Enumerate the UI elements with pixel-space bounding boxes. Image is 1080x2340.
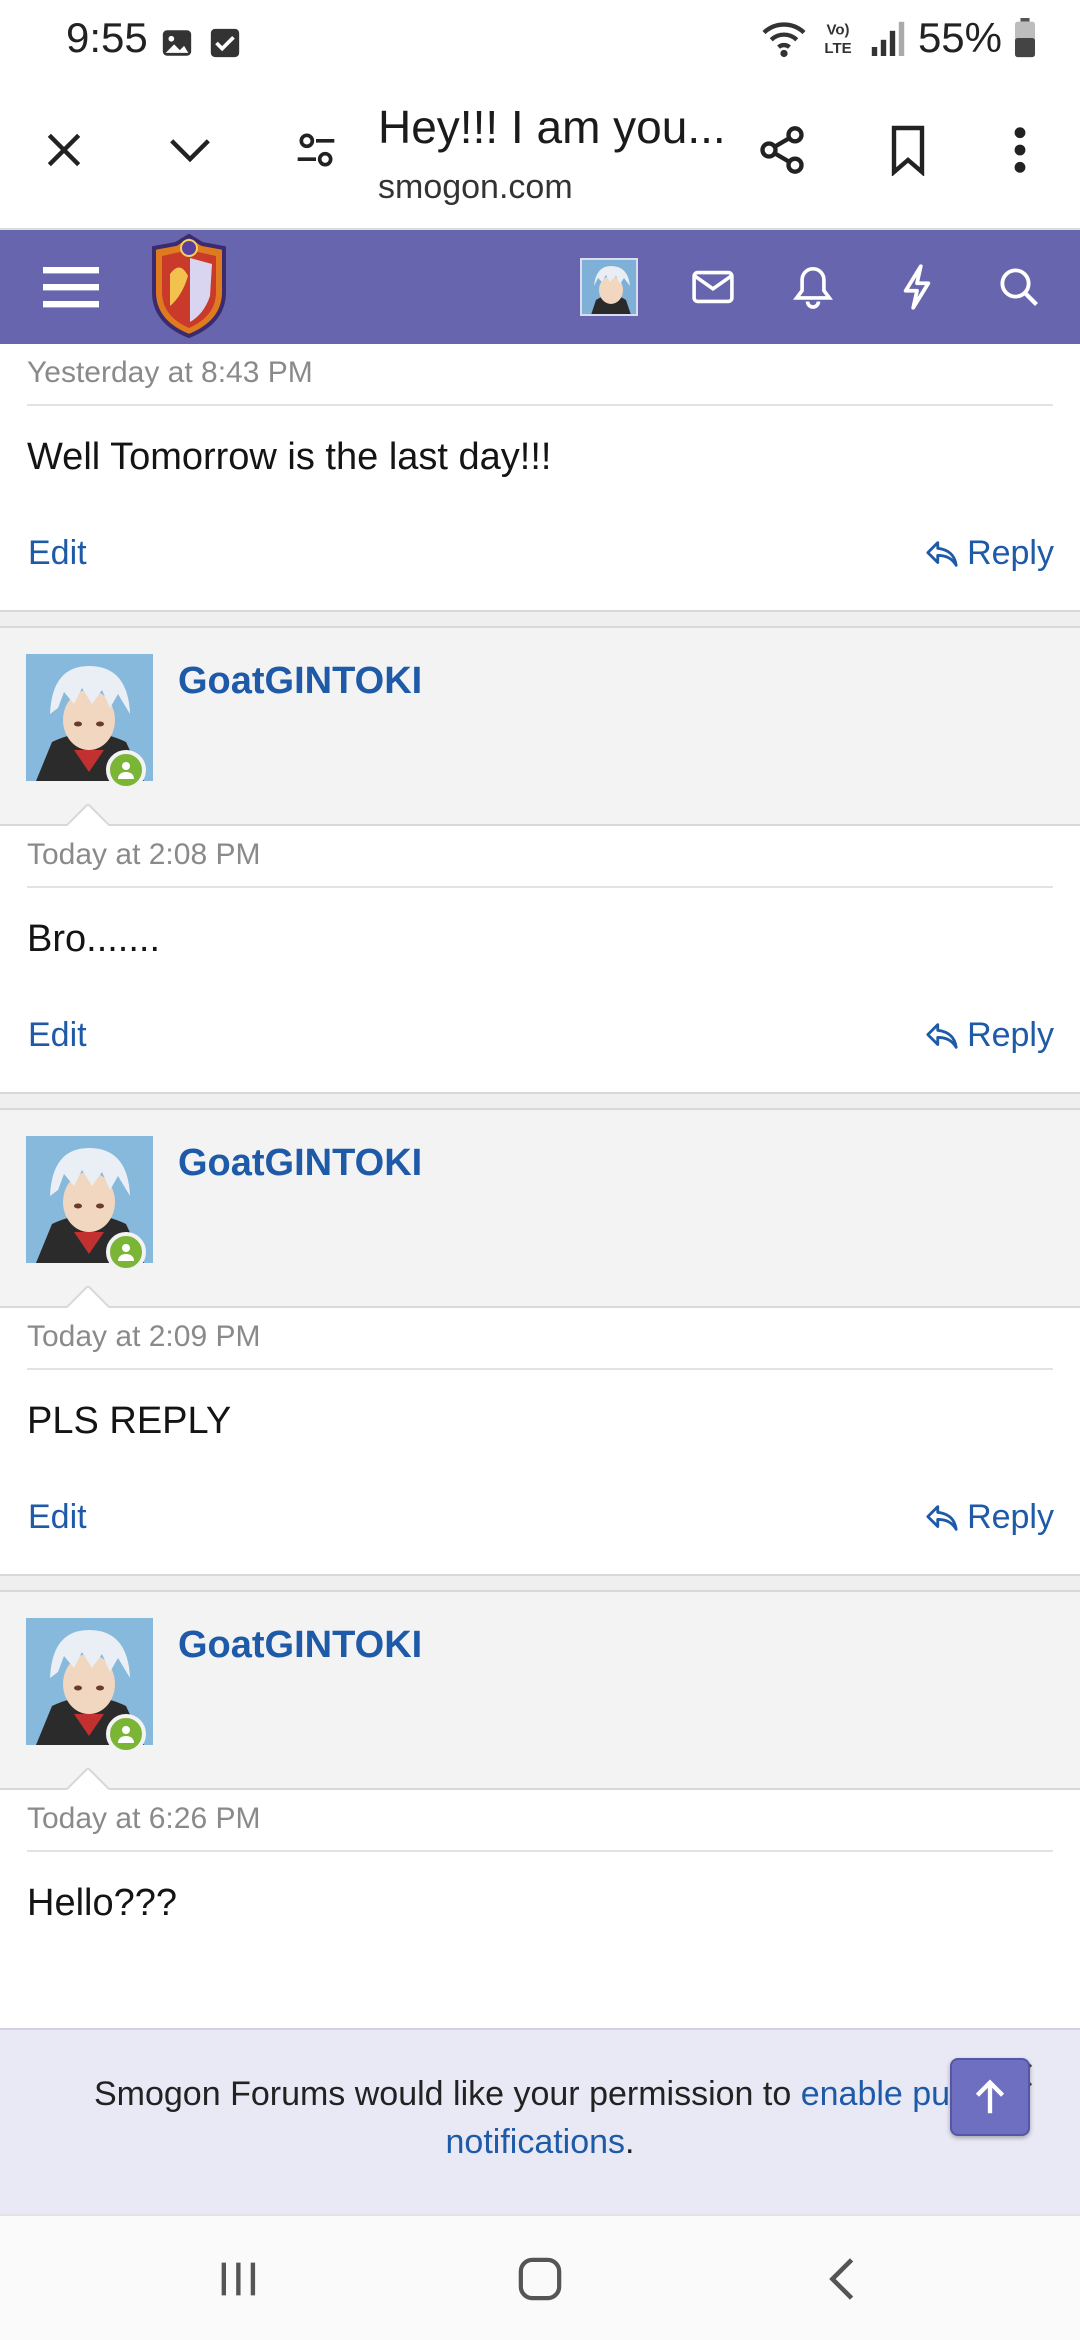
scroll-to-top-button[interactable] [950,2058,1030,2136]
message-actions: Edit Reply [0,1482,1080,1574]
site-header [0,230,1080,344]
reply-icon [926,1504,958,1531]
chevron-down-icon [170,139,210,163]
search-icon [1000,268,1038,306]
push-banner-suffix: . [625,2123,635,2161]
username-link[interactable]: GoatGINTOKI [178,1142,422,1185]
message: Yesterday at 8:43 PM Well Tomorrow is th… [0,344,1080,610]
message-date[interactable]: Today at 6:26 PM [0,1790,1080,1850]
share-button[interactable] [746,114,818,186]
push-banner-prefix: Smogon Forums would like your permission… [93,2075,801,2113]
message-text: Hello??? [27,1882,177,1924]
message-separator [0,1092,1080,1110]
message-text: PLS REPLY [27,1400,232,1442]
mail-icon [692,270,734,304]
push-banner-text: Smogon Forums would like your permission… [40,2070,1040,2166]
home-button[interactable] [500,2244,580,2314]
svg-text:Vo): Vo) [826,22,849,39]
bell-icon [793,266,833,309]
message-actions: Edit Reply [0,1000,1080,1092]
edit-link[interactable]: Edit [28,534,87,573]
more-vert-icon [1014,127,1026,173]
message-date[interactable]: Today at 2:09 PM [0,1308,1080,1368]
online-status-badge [106,750,146,790]
reply-link[interactable]: Reply [925,534,1054,573]
username-link[interactable]: GoatGINTOKI [178,1624,422,1667]
status-bar: 9:55 Vo) LTE 55% [0,0,1080,86]
push-permission-banner: Smogon Forums would like your permission… [0,2028,1080,2214]
page-url[interactable]: smogon.com [378,168,573,207]
close-icon [47,133,81,167]
bookmark-button[interactable] [872,114,944,186]
speech-caret [66,1768,110,1790]
status-time: 9:55 [66,14,148,61]
site-settings-icon [297,133,335,167]
image-icon [162,30,192,56]
reply-label: Reply [967,1498,1054,1536]
online-status-badge [106,1232,146,1272]
wifi-icon [762,22,806,58]
back-icon [829,2258,854,2300]
message-text: Bro....... [27,918,161,960]
message-separator [0,1574,1080,1592]
message-date[interactable]: Yesterday at 8:43 PM [0,344,1080,404]
online-status-badge [106,1714,146,1754]
reply-link[interactable]: Reply [925,1498,1054,1537]
edit-link[interactable]: Edit [28,1016,87,1055]
volte-icon: Vo)LTE [824,22,851,57]
signal-icon [871,21,905,56]
message-actions: Edit Reply [0,518,1080,610]
page-title[interactable]: Hey!!! I am you... [378,100,726,154]
message: Today at 2:09 PM PLS REPLY Edit Reply [0,1308,1080,1574]
back-button[interactable] [802,2244,882,2314]
check-box-icon [210,28,240,58]
menu-button[interactable] [36,252,106,322]
svg-text:LTE: LTE [824,40,851,57]
reply-link[interactable]: Reply [925,1016,1054,1055]
reply-icon [926,540,958,567]
speech-caret [66,1286,110,1308]
username-link[interactable]: GoatGINTOKI [178,660,422,703]
browser-toolbar: Hey!!! I am you... smogon.com [0,86,1080,230]
message: Today at 2:08 PM Bro....... Edit Reply [0,826,1080,1092]
lightning-icon [903,264,931,310]
user-icon [118,762,134,779]
arrow-up-icon [975,2079,1005,2114]
recent-apps-button[interactable] [198,2244,278,2314]
reply-label: Reply [967,534,1054,572]
conversation-messages: Yesterday at 8:43 PM Well Tomorrow is th… [0,344,1080,2028]
message-user-block: GoatGINTOKI [0,1110,1080,1308]
bookmark-icon [891,125,925,176]
battery-icon [1015,18,1035,58]
search-button[interactable] [984,252,1054,322]
smogon-logo[interactable] [146,234,232,338]
home-icon [518,2257,562,2301]
message-user-block: GoatGINTOKI [0,1592,1080,1790]
share-icon [760,126,804,174]
user-icon [118,1244,134,1261]
user-icon [118,1726,134,1743]
alerts-button[interactable] [778,252,848,322]
battery-percent: 55% [917,14,1002,61]
recent-apps-icon [221,2262,256,2296]
speech-caret [66,804,110,826]
message-text: Well Tomorrow is the last day!!! [27,436,552,478]
conversations-button[interactable] [678,252,748,322]
menu-icon [43,267,99,308]
close-tab-button[interactable] [28,114,100,186]
message-date[interactable]: Today at 2:08 PM [0,826,1080,886]
message: Today at 6:26 PM Hello??? [0,1790,1080,1964]
message-user-block: GoatGINTOKI [0,628,1080,826]
more-options-button[interactable] [984,114,1056,186]
system-navigation-bar [0,2214,1080,2340]
reply-label: Reply [967,1016,1054,1054]
minimize-button[interactable] [154,114,226,186]
edit-link[interactable]: Edit [28,1498,87,1537]
user-avatar[interactable] [580,258,638,316]
site-settings-button[interactable] [280,114,352,186]
avatar-image [582,260,636,314]
reply-icon [926,1022,958,1049]
message-separator [0,610,1080,628]
whats-new-button[interactable] [882,252,952,322]
